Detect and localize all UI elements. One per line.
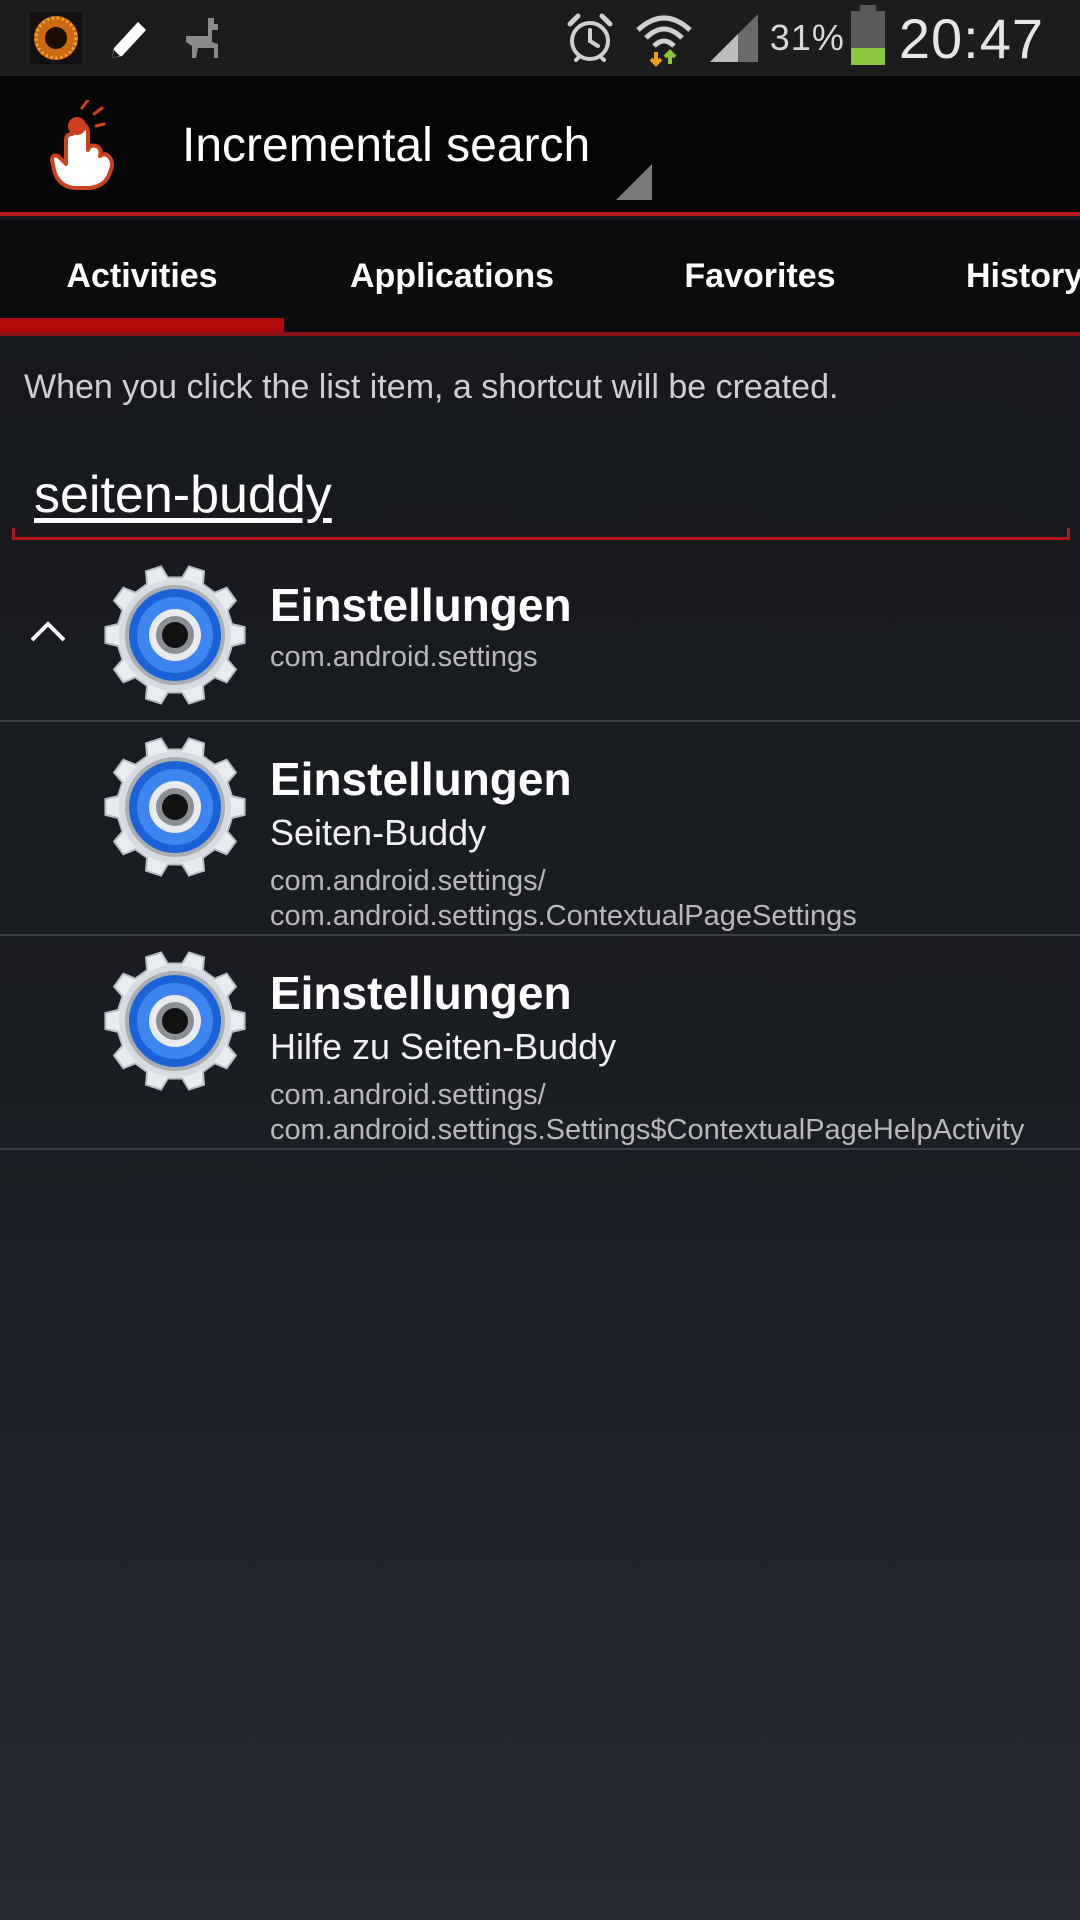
list-item[interactable]: Einstellungen Hilfe zu Seiten-Buddy com.… bbox=[0, 936, 1080, 1150]
item-package: com.android.settings/ bbox=[270, 865, 546, 897]
tab-label: Applications bbox=[349, 256, 555, 295]
action-bar-title[interactable]: Incremental search bbox=[182, 118, 590, 173]
list-item[interactable]: Einstellungen com.android.settings bbox=[0, 548, 1080, 722]
search-input[interactable] bbox=[34, 460, 1044, 530]
notification-icons bbox=[30, 10, 226, 66]
action-bar: Incremental search bbox=[0, 76, 1080, 216]
tab-history[interactable]: History bbox=[934, 220, 1080, 332]
settings-gear-icon bbox=[104, 565, 246, 705]
list-item[interactable]: Einstellungen Seiten-Buddy com.android.s… bbox=[0, 722, 1080, 936]
item-activity: com.android.settings.Settings$Contextual… bbox=[270, 1114, 1025, 1146]
llama-icon bbox=[186, 18, 218, 58]
search-field[interactable] bbox=[12, 450, 1070, 540]
item-subtitle: Seiten-Buddy bbox=[270, 812, 487, 853]
dropdown-triangle-icon[interactable] bbox=[616, 164, 652, 200]
item-title: Einstellungen bbox=[270, 579, 572, 631]
tab-activities[interactable]: Activities bbox=[0, 220, 284, 332]
search-underline bbox=[12, 528, 1070, 540]
item-activity: com.android.settings.ContextualPageSetti… bbox=[270, 900, 857, 932]
battery-icon bbox=[850, 5, 885, 65]
item-subtitle: Hilfe zu Seiten-Buddy bbox=[270, 1026, 617, 1067]
status-bar: 31% 20:47 bbox=[0, 0, 1080, 76]
tab-bar: Activities Applications Favorites Histor… bbox=[0, 220, 1080, 336]
system-indicators: 31% 20:47 bbox=[562, 4, 1044, 72]
battery-percentage: 31% bbox=[769, 17, 845, 58]
item-package: com.android.settings bbox=[270, 641, 538, 673]
pencil-icon bbox=[112, 22, 146, 58]
settings-gear-icon bbox=[104, 951, 246, 1091]
item-title: Einstellungen bbox=[270, 753, 572, 805]
tab-label: Favorites bbox=[684, 256, 836, 295]
tab-label: Activities bbox=[66, 256, 218, 295]
battery-level bbox=[850, 48, 885, 65]
item-text: Einstellungen com.android.settings bbox=[270, 578, 1060, 675]
tab-label: History bbox=[966, 256, 1080, 295]
item-title: Einstellungen bbox=[270, 967, 572, 1019]
hint-text: When you click the list item, a shortcut… bbox=[24, 368, 839, 406]
results-list: Einstellungen com.android.settings Einst… bbox=[0, 548, 1080, 1150]
signal-icon bbox=[709, 14, 758, 62]
alarm-icon bbox=[567, 13, 613, 62]
chevron-up-icon[interactable] bbox=[28, 616, 68, 644]
clock: 20:47 bbox=[898, 6, 1044, 70]
settings-gear-icon bbox=[104, 737, 246, 877]
tab-favorites[interactable]: Favorites bbox=[620, 220, 900, 332]
aperture-icon bbox=[30, 12, 82, 64]
wifi-icon bbox=[636, 15, 692, 67]
touch-hand-icon bbox=[50, 100, 114, 190]
tab-applications[interactable]: Applications bbox=[300, 220, 604, 332]
item-text: Einstellungen Seiten-Buddy com.android.s… bbox=[270, 752, 1060, 934]
item-package: com.android.settings/ bbox=[270, 1079, 546, 1111]
item-text: Einstellungen Hilfe zu Seiten-Buddy com.… bbox=[270, 966, 1060, 1148]
